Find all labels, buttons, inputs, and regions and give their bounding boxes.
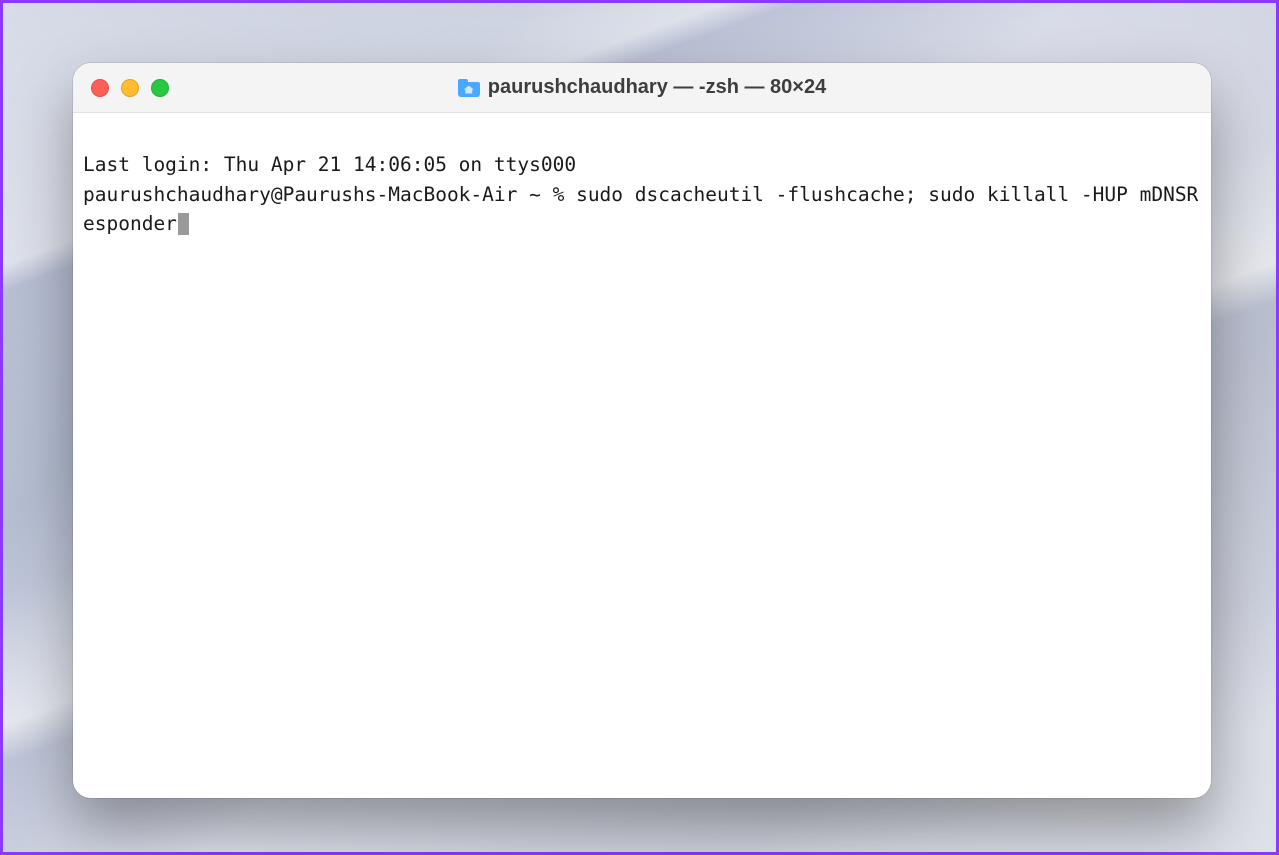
close-button[interactable]: [91, 79, 109, 97]
text-cursor: [178, 213, 189, 235]
prompt-and-command-text: paurushchaudhary@Paurushs-MacBook-Air ~ …: [83, 183, 1198, 235]
terminal-body[interactable]: Last login: Thu Apr 21 14:06:05 on ttys0…: [73, 113, 1211, 798]
last-login-line: Last login: Thu Apr 21 14:06:05 on ttys0…: [83, 150, 1201, 179]
terminal-window: paurushchaudhary — -zsh — 80×24 Last log…: [73, 63, 1211, 798]
title-center: paurushchaudhary — -zsh — 80×24: [458, 76, 826, 99]
maximize-button[interactable]: [151, 79, 169, 97]
window-title: paurushchaudhary — -zsh — 80×24: [488, 76, 826, 99]
minimize-button[interactable]: [121, 79, 139, 97]
titlebar[interactable]: paurushchaudhary — -zsh — 80×24: [73, 63, 1211, 113]
traffic-lights: [91, 79, 169, 97]
home-folder-icon: [458, 79, 480, 97]
prompt-command-line: paurushchaudhary@Paurushs-MacBook-Air ~ …: [83, 180, 1201, 239]
